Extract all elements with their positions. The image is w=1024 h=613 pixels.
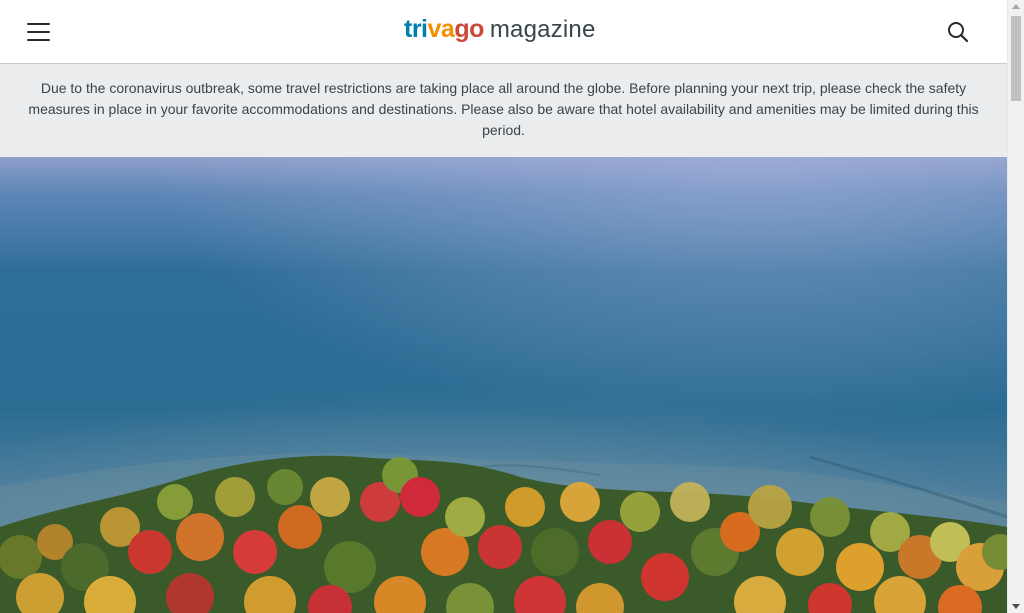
hero-image (0, 157, 1007, 613)
vertical-scrollbar[interactable] (1007, 0, 1024, 613)
logo-suffix-magazine: magazine (489, 16, 596, 43)
search-icon[interactable] (946, 20, 970, 44)
hamburger-menu-icon[interactable] (27, 22, 51, 42)
scroll-up-arrow-icon[interactable] (1012, 4, 1020, 9)
hero-image-aerial-lake-autumn-forest (0, 157, 1007, 613)
page: tri va go magazine Due to the coronavirus … (0, 0, 1007, 613)
menu-line (27, 23, 50, 25)
menu-line (27, 31, 50, 33)
trivago-magazine-logo[interactable]: tri va go magazine (404, 15, 596, 47)
top-navigation-bar: tri va go magazine (0, 0, 1007, 64)
scroll-down-arrow-icon[interactable] (1012, 604, 1020, 609)
menu-line (27, 39, 50, 41)
notice-text: Due to the coronavirus outbreak, some tr… (28, 80, 979, 138)
logo-part-tri: tri (404, 15, 428, 43)
travel-restriction-notice: Due to the coronavirus outbreak, some tr… (0, 64, 1007, 157)
logo-part-va: va (427, 15, 455, 43)
logo-part-go: go (454, 15, 484, 43)
scrollbar-thumb[interactable] (1011, 16, 1021, 101)
